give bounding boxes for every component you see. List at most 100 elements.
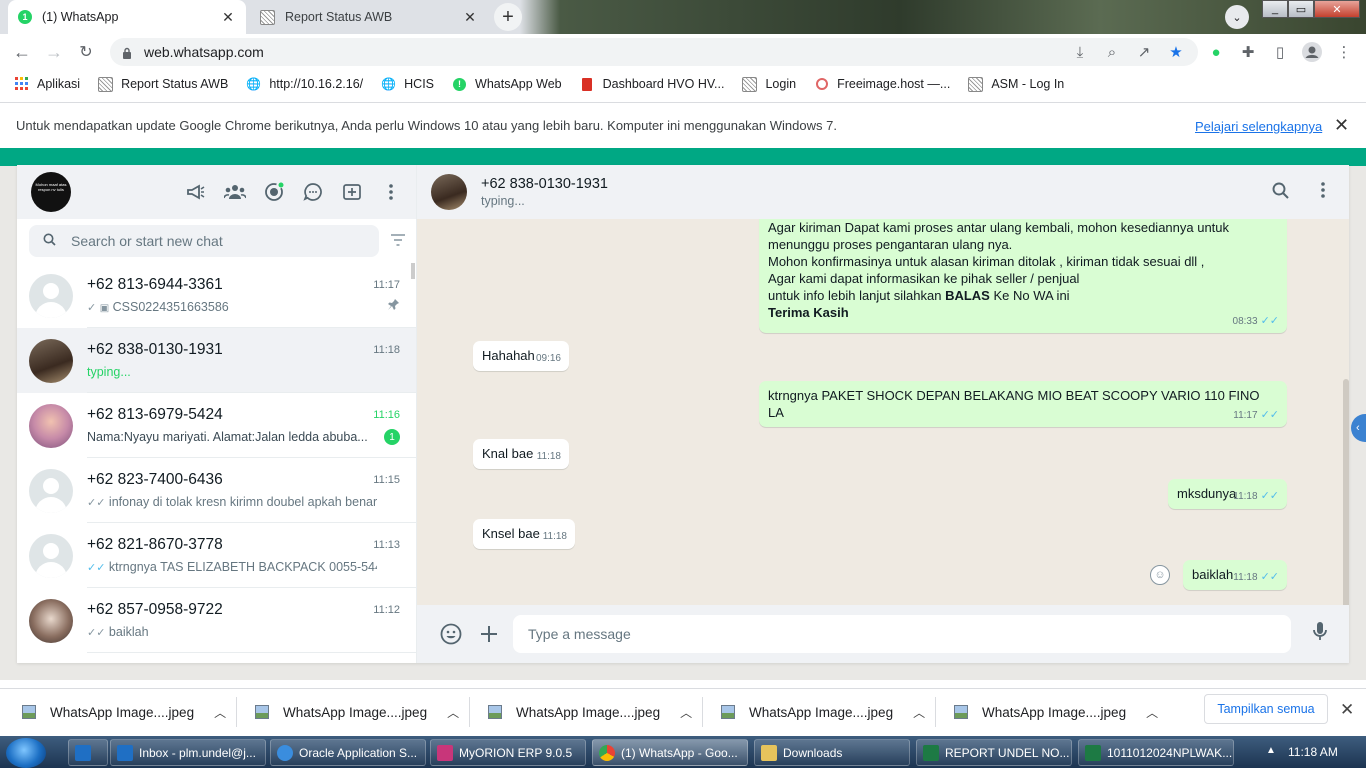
bookmark-asm[interactable]: ASM - Log In bbox=[968, 76, 1064, 92]
forward-icon[interactable]: → bbox=[42, 40, 66, 64]
taskbar-item[interactable]: Inbox - plm.undel@j... bbox=[110, 739, 266, 766]
chat-list-scrollbar[interactable] bbox=[411, 263, 415, 279]
infobar-close-icon[interactable]: ✕ bbox=[1334, 115, 1349, 136]
contact-avatar[interactable] bbox=[431, 174, 467, 210]
download-item[interactable]: WhatsApp Image....jpeg ︿ bbox=[721, 701, 925, 723]
bookmark-report-status[interactable]: Report Status AWB bbox=[98, 76, 228, 92]
message-scrollbar[interactable] bbox=[1343, 379, 1349, 605]
communities-icon[interactable] bbox=[224, 181, 246, 203]
close-tab-icon[interactable]: ✕ bbox=[220, 9, 236, 26]
conversation-menu-icon[interactable] bbox=[1321, 182, 1325, 204]
chevron-up-icon[interactable]: ︿ bbox=[680, 704, 692, 721]
filter-icon[interactable] bbox=[390, 233, 406, 249]
download-item[interactable]: WhatsApp Image....jpeg ︿ bbox=[954, 701, 1158, 723]
window-close-icon[interactable]: ✕ bbox=[1314, 0, 1360, 18]
react-emoji-icon[interactable]: ☺ bbox=[1150, 565, 1170, 585]
channels-megaphone-icon[interactable] bbox=[185, 181, 207, 203]
address-bar[interactable]: web.whatsapp.com bbox=[110, 38, 1198, 66]
reload-icon[interactable]: ↻ bbox=[74, 40, 98, 64]
chat-list-item-selected[interactable]: +62 838-0130-1931 11:18 typing... bbox=[17, 328, 416, 393]
message-bubble-outgoing[interactable]: ktrngnya PAKET SHOCK DEPAN BELAKANG MIO … bbox=[759, 381, 1287, 427]
message-bubble-outgoing[interactable]: baiklah 11:18 ✓✓ bbox=[1183, 560, 1287, 590]
profile-avatar-icon[interactable] bbox=[1302, 42, 1322, 62]
search-messages-icon[interactable] bbox=[1272, 182, 1289, 204]
message-text: Ke No WA ini bbox=[989, 288, 1070, 303]
bookmark-whatsapp-web[interactable]: ! WhatsApp Web bbox=[452, 77, 562, 92]
menu-icon[interactable] bbox=[380, 181, 402, 203]
bookmark-dashboard[interactable]: Dashboard HVO HV... bbox=[580, 77, 724, 92]
chevron-up-icon[interactable]: ︿ bbox=[447, 704, 459, 721]
new-tab-button[interactable]: + bbox=[494, 3, 522, 31]
search-row: Search or start new chat bbox=[17, 219, 416, 263]
maximize-icon[interactable]: ▭ bbox=[1288, 0, 1314, 18]
zoom-icon[interactable]: ⌕ bbox=[1102, 42, 1122, 62]
microphone-icon[interactable] bbox=[1313, 621, 1327, 646]
dashboard-icon bbox=[580, 77, 595, 92]
taskbar-item-active[interactable]: (1) WhatsApp - Goo... bbox=[592, 739, 748, 766]
message-bubble-incoming[interactable]: Knsel bae 11:18 bbox=[473, 519, 575, 549]
tab-report-status[interactable]: Report Status AWB ✕ bbox=[250, 0, 488, 34]
chat-list-item[interactable]: +62 821-8670-3778 11:13 ✓✓ ktrngnya TAS … bbox=[17, 523, 416, 588]
chat-list-item[interactable]: +62 857-0958-9722 11:12 ✓✓ baiklah bbox=[17, 588, 416, 653]
whatsapp-extension-icon[interactable]: ● bbox=[1206, 42, 1226, 62]
chrome-menu-icon[interactable]: ⋮ bbox=[1334, 42, 1354, 62]
tray-expand-icon[interactable]: ▲ bbox=[1266, 745, 1276, 756]
downloads-close-icon[interactable]: ✕ bbox=[1340, 700, 1354, 720]
message-bubble-outgoing[interactable]: mksdunya 11:18 ✓✓ bbox=[1168, 479, 1287, 509]
taskbar-label: Inbox - plm.undel@j... bbox=[139, 745, 256, 760]
download-item[interactable]: WhatsApp Image....jpeg ︿ bbox=[255, 701, 459, 723]
show-all-downloads-button[interactable]: Tampilkan semua bbox=[1204, 694, 1328, 724]
status-icon[interactable] bbox=[263, 181, 285, 203]
divider bbox=[469, 697, 470, 727]
bookmark-apps[interactable]: Aplikasi bbox=[14, 77, 80, 92]
taskbar-outlook-pinned[interactable] bbox=[68, 739, 108, 766]
extensions-puzzle-icon[interactable]: ✚ bbox=[1238, 42, 1258, 62]
bookmark-login[interactable]: Login bbox=[742, 76, 796, 92]
taskbar-item[interactable]: Downloads bbox=[754, 739, 910, 766]
taskbar-label: 1011012024NPLWAK... bbox=[1107, 745, 1233, 760]
download-item[interactable]: WhatsApp Image....jpeg ︿ bbox=[22, 701, 226, 723]
windows-start-icon[interactable] bbox=[6, 738, 46, 768]
taskbar-item[interactable]: Oracle Application S... bbox=[270, 739, 426, 766]
chat-list-item[interactable]: +62 823-7400-6436 11:15 ✓✓ infonay di to… bbox=[17, 458, 416, 523]
chat-list-item[interactable]: +62 813-6979-5424 11:16 Nama:Nyayu mariy… bbox=[17, 393, 416, 458]
message-input[interactable]: Type a message bbox=[513, 615, 1291, 653]
chevron-up-icon[interactable]: ︿ bbox=[1146, 704, 1158, 721]
new-chat-bubble-icon[interactable] bbox=[302, 181, 324, 203]
chevron-up-icon[interactable]: ︿ bbox=[214, 704, 226, 721]
app-icon bbox=[117, 744, 133, 761]
message-bubble-outgoing[interactable]: Agar kiriman Dapat kami proses antar ula… bbox=[759, 219, 1287, 333]
message-bubble-incoming[interactable]: Hahahah 09:16 bbox=[473, 341, 569, 371]
chevron-up-icon[interactable]: ︿ bbox=[913, 704, 925, 721]
back-icon[interactable]: ← bbox=[10, 40, 34, 64]
chat-list-item[interactable]: +62 813-6944-3361 11:17 ✓ ▣ CSS022435166… bbox=[17, 263, 416, 328]
conversation-header[interactable]: +62 838-0130-1931 typing... bbox=[417, 165, 1349, 219]
bookmark-freeimage[interactable]: Freeimage.host —... bbox=[814, 77, 950, 92]
minimize-icon[interactable]: _ bbox=[1262, 0, 1288, 18]
my-avatar[interactable]: Mohon maaf atas respon nv tulis bbox=[31, 172, 71, 212]
message-line: Agar kiriman Dapat kami proses antar ula… bbox=[768, 220, 1230, 235]
search-input[interactable]: Search or start new chat bbox=[29, 225, 379, 257]
message-bubble-incoming[interactable]: Knal bae 11:18 bbox=[473, 439, 569, 469]
download-item[interactable]: WhatsApp Image....jpeg ︿ bbox=[488, 701, 692, 723]
new-chat-plus-icon[interactable] bbox=[341, 181, 363, 203]
close-tab-icon[interactable]: ✕ bbox=[462, 9, 478, 26]
tab-whatsapp[interactable]: 1 (1) WhatsApp ✕ bbox=[8, 0, 246, 34]
tab-search-icon[interactable]: ⌄ bbox=[1225, 5, 1249, 29]
taskbar-item[interactable]: REPORT UNDEL NO... bbox=[916, 739, 1072, 766]
search-placeholder: Search or start new chat bbox=[71, 233, 223, 249]
attach-plus-icon[interactable] bbox=[477, 622, 501, 646]
bookmark-ip[interactable]: 🌐 http://10.16.2.16/ bbox=[246, 77, 363, 92]
learn-more-link[interactable]: Pelajari selengkapnya bbox=[1195, 119, 1322, 134]
taskbar-clock[interactable]: 11:18 AM bbox=[1288, 745, 1338, 759]
install-app-icon[interactable]: ⤓ bbox=[1070, 42, 1090, 62]
share-icon[interactable]: ↗ bbox=[1134, 42, 1154, 62]
emoji-icon[interactable] bbox=[439, 622, 463, 646]
taskbar-item[interactable]: MyORION ERP 9.0.5 bbox=[430, 739, 586, 766]
bookmark-hcis[interactable]: 🌐 HCIS bbox=[381, 77, 434, 92]
bookmark-star-icon[interactable]: ★ bbox=[1166, 42, 1186, 62]
globe-icon: 🌐 bbox=[246, 77, 262, 91]
message-meta: 09:16 bbox=[536, 350, 561, 367]
side-panel-icon[interactable]: ▯ bbox=[1270, 42, 1290, 62]
taskbar-item[interactable]: 1011012024NPLWAK... bbox=[1078, 739, 1234, 766]
